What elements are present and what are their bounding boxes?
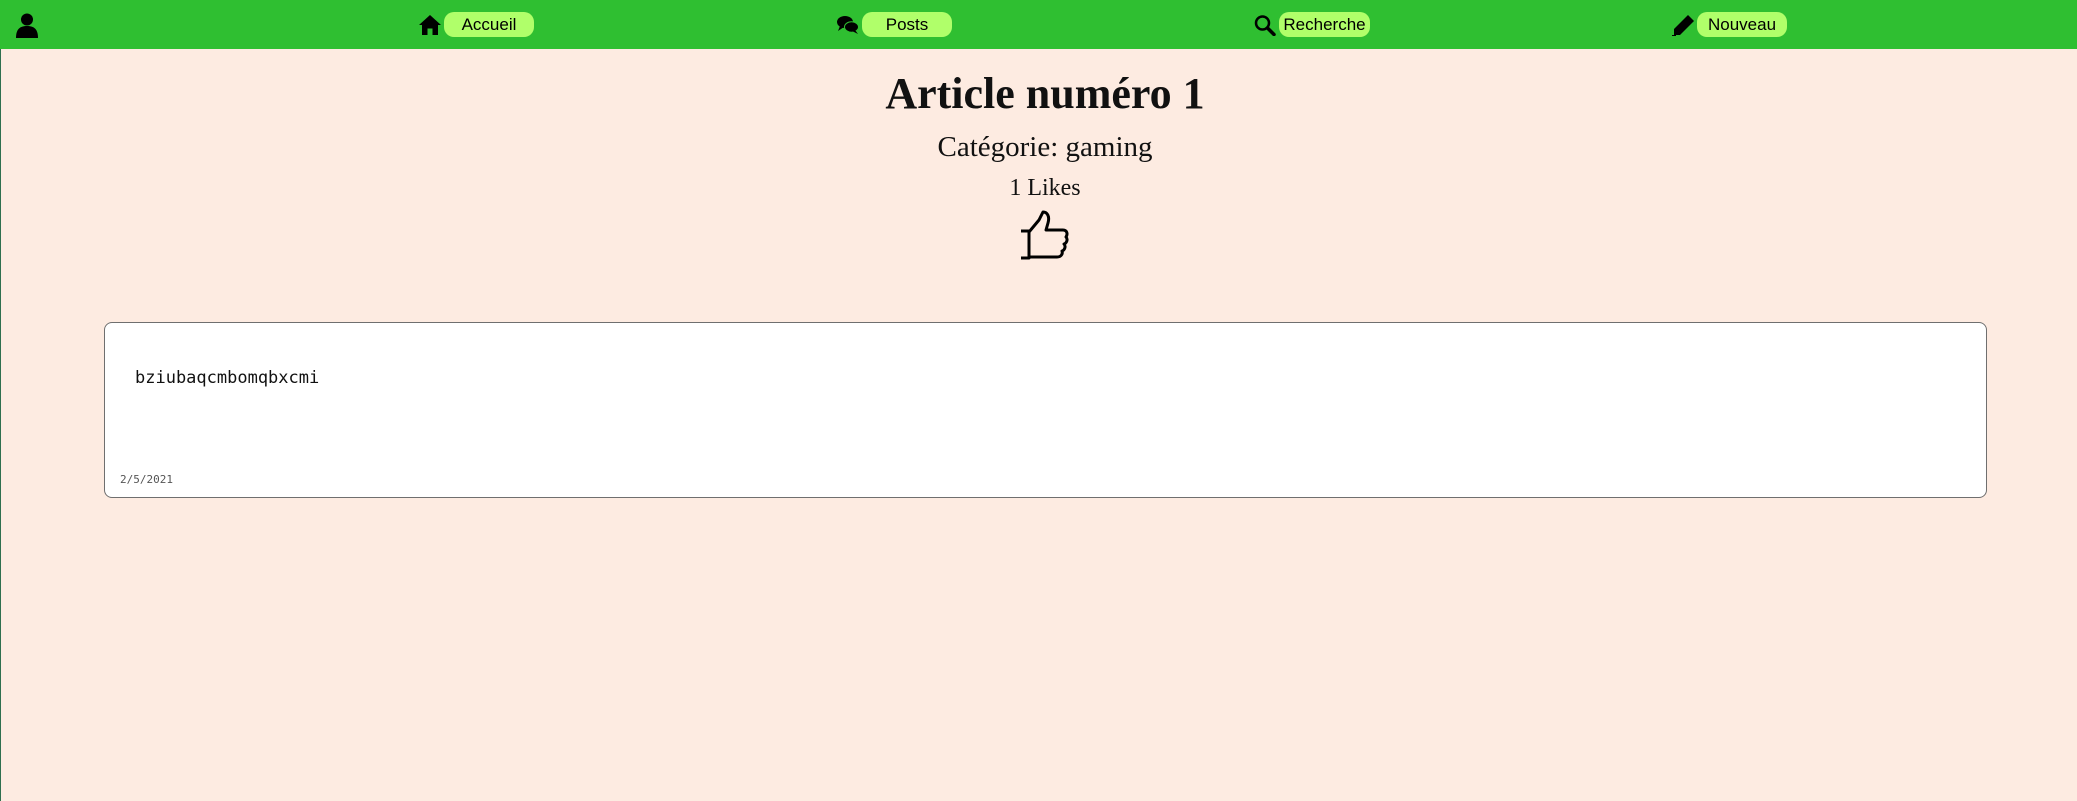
pencil-icon <box>1671 13 1695 37</box>
nav-item-recherche[interactable]: Recherche <box>1253 0 1370 49</box>
nav-item-posts[interactable]: Posts <box>836 0 952 49</box>
user-profile-button[interactable] <box>14 12 40 38</box>
nav-label-posts[interactable]: Posts <box>862 12 952 37</box>
search-icon <box>1253 13 1277 37</box>
article-card: bziubaqcmbomqbxcmi 2/5/2021 <box>104 322 1987 498</box>
user-icon <box>14 13 40 42</box>
nav-label-accueil[interactable]: Accueil <box>444 12 534 37</box>
article-content: bziubaqcmbomqbxcmi <box>135 368 320 388</box>
chat-icon <box>836 13 860 37</box>
likes-count: 1 Likes <box>1009 175 1081 201</box>
home-icon <box>418 13 442 37</box>
nav-label-recherche[interactable]: Recherche <box>1279 12 1370 37</box>
article-date: 2/5/2021 <box>120 473 173 486</box>
top-navbar: Accueil Posts Recherche Nouveau <box>0 0 2077 49</box>
thumbs-up-icon <box>1019 210 1071 266</box>
nav-item-nouveau[interactable]: Nouveau <box>1671 0 1787 49</box>
article-category: Catégorie: gaming <box>937 131 1153 163</box>
article-title: Article numéro 1 <box>885 69 1205 118</box>
nav-label-nouveau[interactable]: Nouveau <box>1697 12 1787 37</box>
like-button[interactable] <box>1019 210 1071 262</box>
nav-item-accueil[interactable]: Accueil <box>418 0 534 49</box>
